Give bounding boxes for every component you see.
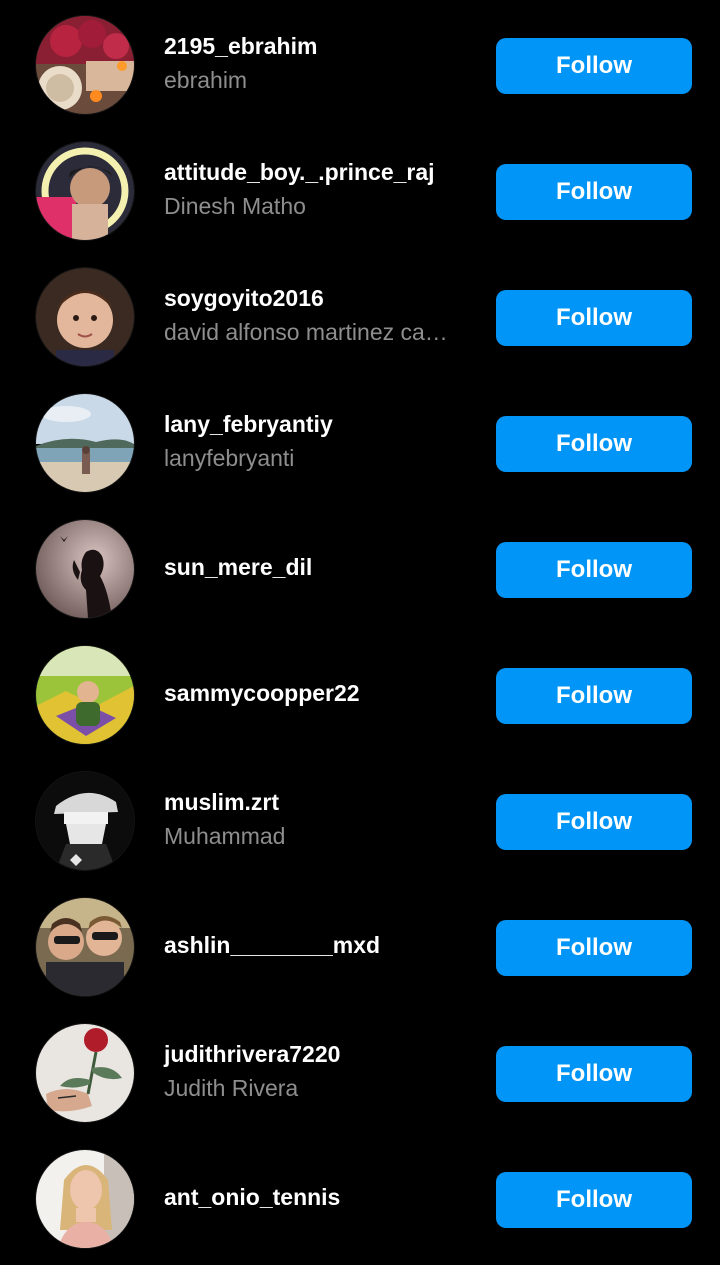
avatar[interactable]	[36, 142, 134, 240]
follow-button[interactable]: Follow	[496, 1046, 692, 1102]
follow-button[interactable]: Follow	[496, 38, 692, 94]
username[interactable]: lany_febryantiy	[164, 409, 474, 439]
account-row[interactable]: sammycoopper22 Follow	[0, 632, 720, 758]
avatar-rose-hand-photo-icon	[36, 1024, 134, 1122]
account-texts: ant_onio_tennis	[164, 1182, 474, 1212]
avatar[interactable]	[36, 1024, 134, 1122]
account-texts: ashlin________mxd	[164, 930, 474, 960]
follow-button[interactable]: Follow	[496, 1172, 692, 1228]
avatar[interactable]	[36, 268, 134, 366]
username[interactable]: attitude_boy._.prince_raj	[164, 157, 474, 187]
avatar[interactable]	[36, 16, 134, 114]
account-row[interactable]: attitude_boy._.prince_raj Dinesh Matho F…	[0, 128, 720, 254]
account-row[interactable]: judithrivera7220 Judith Rivera Follow	[0, 1010, 720, 1136]
avatar[interactable]	[36, 394, 134, 492]
follow-button[interactable]: Follow	[496, 290, 692, 346]
avatar-toddler-playroom-photo-icon	[36, 646, 134, 744]
follow-button[interactable]: Follow	[496, 794, 692, 850]
avatar[interactable]	[36, 772, 134, 870]
account-texts: judithrivera7220 Judith Rivera	[164, 1039, 474, 1103]
avatar[interactable]	[36, 520, 134, 618]
suggested-accounts-list: 2195_ebrahim ebrahim Follow attitude_boy…	[0, 0, 720, 1265]
avatar-child-portrait-photo-icon	[36, 268, 134, 366]
account-texts: soygoyito2016 david alfonso martinez ca…	[164, 283, 474, 347]
account-row[interactable]: soygoyito2016 david alfonso martinez ca……	[0, 254, 720, 380]
full-name: Judith Rivera	[164, 1075, 299, 1101]
username[interactable]: ant_onio_tennis	[164, 1182, 474, 1212]
avatar-two-women-selfie-photo-icon	[36, 898, 134, 996]
full-name: Dinesh Matho	[164, 193, 306, 219]
avatar-boy-ring-light-photo-icon	[36, 142, 134, 240]
username[interactable]: soygoyito2016	[164, 283, 474, 313]
username[interactable]: muslim.zrt	[164, 787, 474, 817]
username[interactable]: ashlin________mxd	[164, 930, 474, 960]
full-name: ebrahim	[164, 67, 248, 93]
account-row[interactable]: 2195_ebrahim ebrahim Follow	[0, 2, 720, 128]
account-row[interactable]: lany_febryantiy lanyfebryanti Follow	[0, 380, 720, 506]
avatar-beach-photo-icon	[36, 394, 134, 492]
avatar[interactable]	[36, 898, 134, 996]
account-row[interactable]: ant_onio_tennis Follow	[0, 1136, 720, 1262]
avatar[interactable]	[36, 646, 134, 744]
account-row[interactable]: ashlin________mxd Follow	[0, 884, 720, 1010]
username[interactable]: sammycoopper22	[164, 678, 474, 708]
account-texts: sammycoopper22	[164, 678, 474, 708]
avatar-silhouette-butterfly-photo-icon	[36, 520, 134, 618]
full-name: lanyfebryanti	[164, 445, 295, 471]
avatar-roses-photo-icon	[36, 16, 134, 114]
full-name: Muhammad	[164, 823, 286, 849]
follow-button[interactable]: Follow	[496, 542, 692, 598]
account-texts: sun_mere_dil	[164, 552, 474, 582]
account-row[interactable]: muslim.zrt Muhammad Follow	[0, 758, 720, 884]
account-texts: muslim.zrt Muhammad	[164, 787, 474, 851]
account-texts: lany_febryantiy lanyfebryanti	[164, 409, 474, 473]
follow-button[interactable]: Follow	[496, 920, 692, 976]
follow-button[interactable]: Follow	[496, 668, 692, 724]
username[interactable]: 2195_ebrahim	[164, 31, 474, 61]
username[interactable]: sun_mere_dil	[164, 552, 474, 582]
follow-button[interactable]: Follow	[496, 416, 692, 472]
avatar-blonde-woman-photo-icon	[36, 1150, 134, 1248]
account-row[interactable]: sun_mere_dil Follow	[0, 506, 720, 632]
full-name: david alfonso martinez ca…	[164, 319, 448, 345]
account-texts: 2195_ebrahim ebrahim	[164, 31, 474, 95]
avatar[interactable]	[36, 1150, 134, 1248]
username[interactable]: judithrivera7220	[164, 1039, 474, 1069]
follow-button[interactable]: Follow	[496, 164, 692, 220]
account-texts: attitude_boy._.prince_raj Dinesh Matho	[164, 157, 474, 221]
avatar-masked-cap-drawing-icon	[36, 772, 134, 870]
